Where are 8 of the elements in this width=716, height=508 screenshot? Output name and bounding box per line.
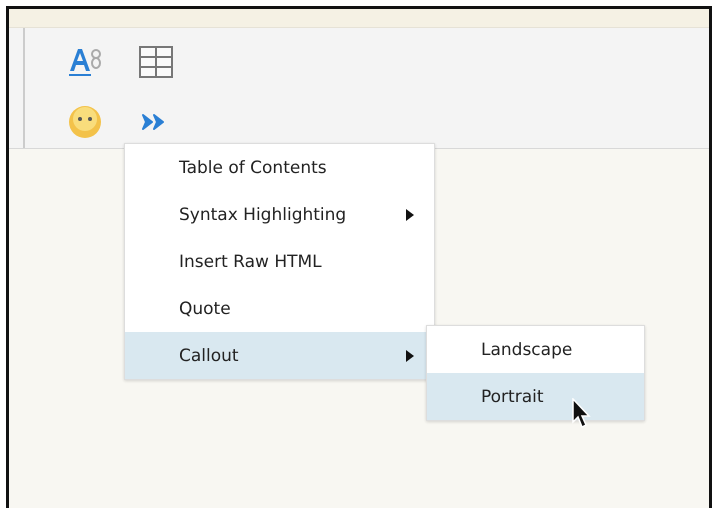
submenu-arrow-icon — [406, 350, 414, 362]
menu-item[interactable]: Insert Raw HTML — [125, 238, 434, 285]
table-icon[interactable] — [138, 44, 174, 80]
menu-item[interactable]: Syntax Highlighting — [125, 191, 434, 238]
menu-item[interactable]: Table of Contents — [125, 144, 434, 191]
smiley-icon[interactable] — [67, 104, 103, 140]
menu-item[interactable]: Portrait — [427, 373, 644, 420]
submenu-arrow-icon — [406, 208, 414, 220]
